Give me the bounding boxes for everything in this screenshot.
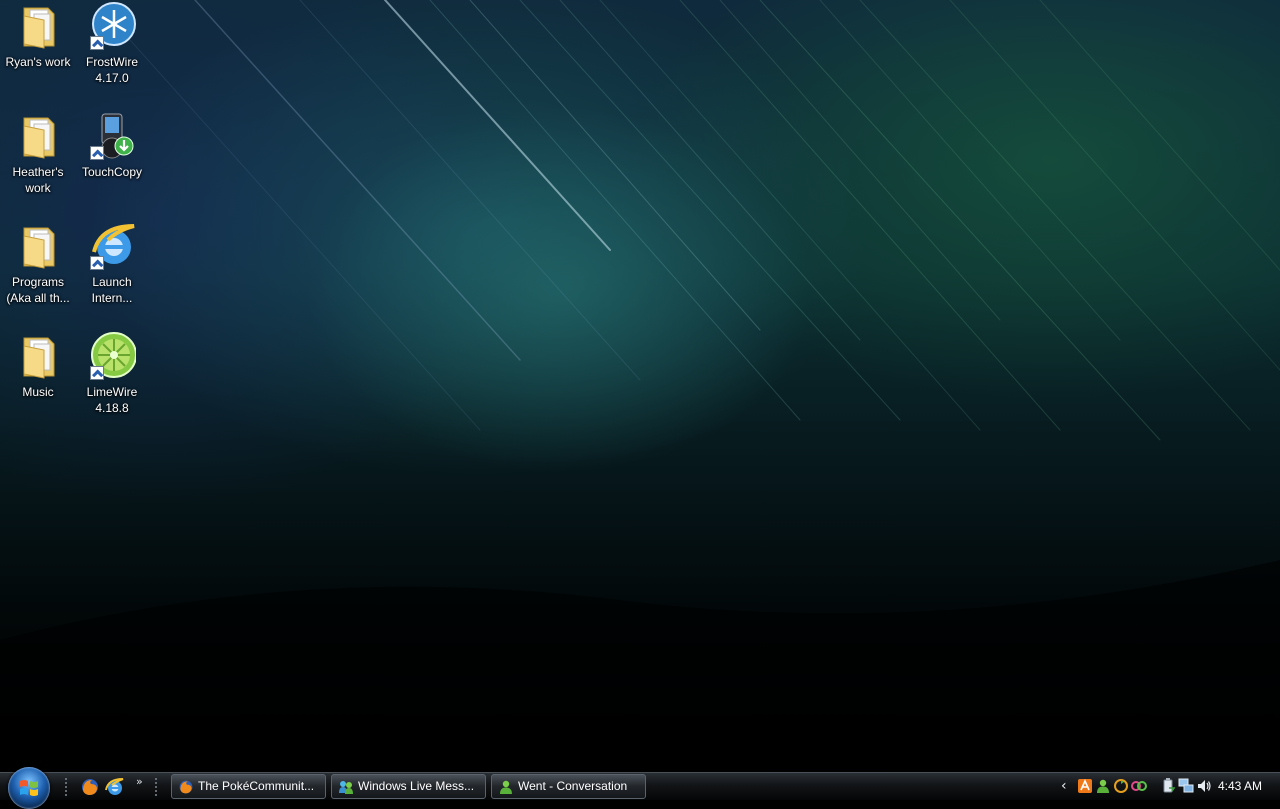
messenger-status-icon[interactable] [1095,778,1111,794]
start-button[interactable] [8,767,50,809]
desktop-icon-ryans-work[interactable]: Ryan's work [0,2,76,70]
folder-icon [14,332,62,380]
desktop-icon-label: LimeWire 4.18.8 [86,385,138,415]
windows-flag-icon [20,780,38,796]
touchcopy-icon [88,112,136,160]
tray-expand-button[interactable]: ‹ [1061,777,1073,795]
shortcut-arrow-icon [90,256,104,270]
taskbar: » The PokéCommunit... Windows Live Mess.… [0,767,1280,809]
limewire-icon [88,332,137,380]
shortcut-arrow-icon [90,36,104,50]
firefox-icon[interactable] [80,777,100,797]
desktop-icon-label: TouchCopy [81,165,143,179]
network-icon[interactable] [1178,778,1194,794]
taskbar-button-label: Went - Conversation [518,779,628,793]
usb-safely-remove-icon[interactable] [1160,778,1176,794]
messenger-icon [339,781,353,794]
taskbar-grip[interactable] [64,777,69,797]
desktop-icon-touchcopy[interactable]: TouchCopy [74,112,150,180]
firefox-icon [179,780,193,794]
messenger-contact-icon [500,780,512,794]
folder-icon [14,222,62,270]
taskbar-button-windows-live-messenger[interactable]: Windows Live Mess... [331,774,486,799]
taskbar-button-label: The PokéCommunit... [198,779,315,793]
taskbar-grip[interactable] [154,777,159,797]
folder-icon [14,2,62,50]
avast-icon[interactable] [1077,778,1093,794]
internet-explorer-icon[interactable] [104,777,124,797]
desktop-icon-label: Heather's work [12,165,64,195]
wallpaper-streaks [0,0,1280,772]
desktop-icon-heathers-work[interactable]: Heather's work [0,112,76,196]
desktop-icon-frostwire[interactable]: FrostWire 4.17.0 [74,2,150,86]
desktop-icon-music[interactable]: Music [0,332,76,400]
frostwire-icon [88,2,136,50]
desktop-icon-label: Programs (Aka all th... [6,275,70,305]
desktop-icon-launch-internet-explorer[interactable]: Launch Intern... [74,222,150,306]
desktop-icon-label: FrostWire 4.17.0 [86,55,138,85]
sync-icon[interactable] [1113,778,1129,794]
connection-icon[interactable] [1131,778,1147,794]
volume-icon[interactable] [1196,778,1212,794]
desktop-icon-label: Ryan's work [5,55,71,69]
desktop-icon-label: Music [22,385,54,399]
taskbar-button-conversation[interactable]: Went - Conversation [491,774,646,799]
desktop-icon-limewire[interactable]: LimeWire 4.18.8 [74,332,150,416]
folder-icon [14,112,62,160]
desktop-icon-programs[interactable]: Programs (Aka all th... [0,222,76,306]
internet-explorer-icon [88,222,136,270]
quick-launch-more-button[interactable]: » [136,775,143,788]
shortcut-arrow-icon [90,146,104,160]
shortcut-arrow-icon [90,366,104,380]
taskbar-button-firefox[interactable]: The PokéCommunit... [171,774,326,799]
desktop-icon-label: Launch Intern... [91,275,133,305]
taskbar-button-label: Windows Live Mess... [358,779,475,793]
system-clock[interactable]: 4:43 AM [1218,773,1262,801]
desktop-wallpaper [0,0,1280,772]
